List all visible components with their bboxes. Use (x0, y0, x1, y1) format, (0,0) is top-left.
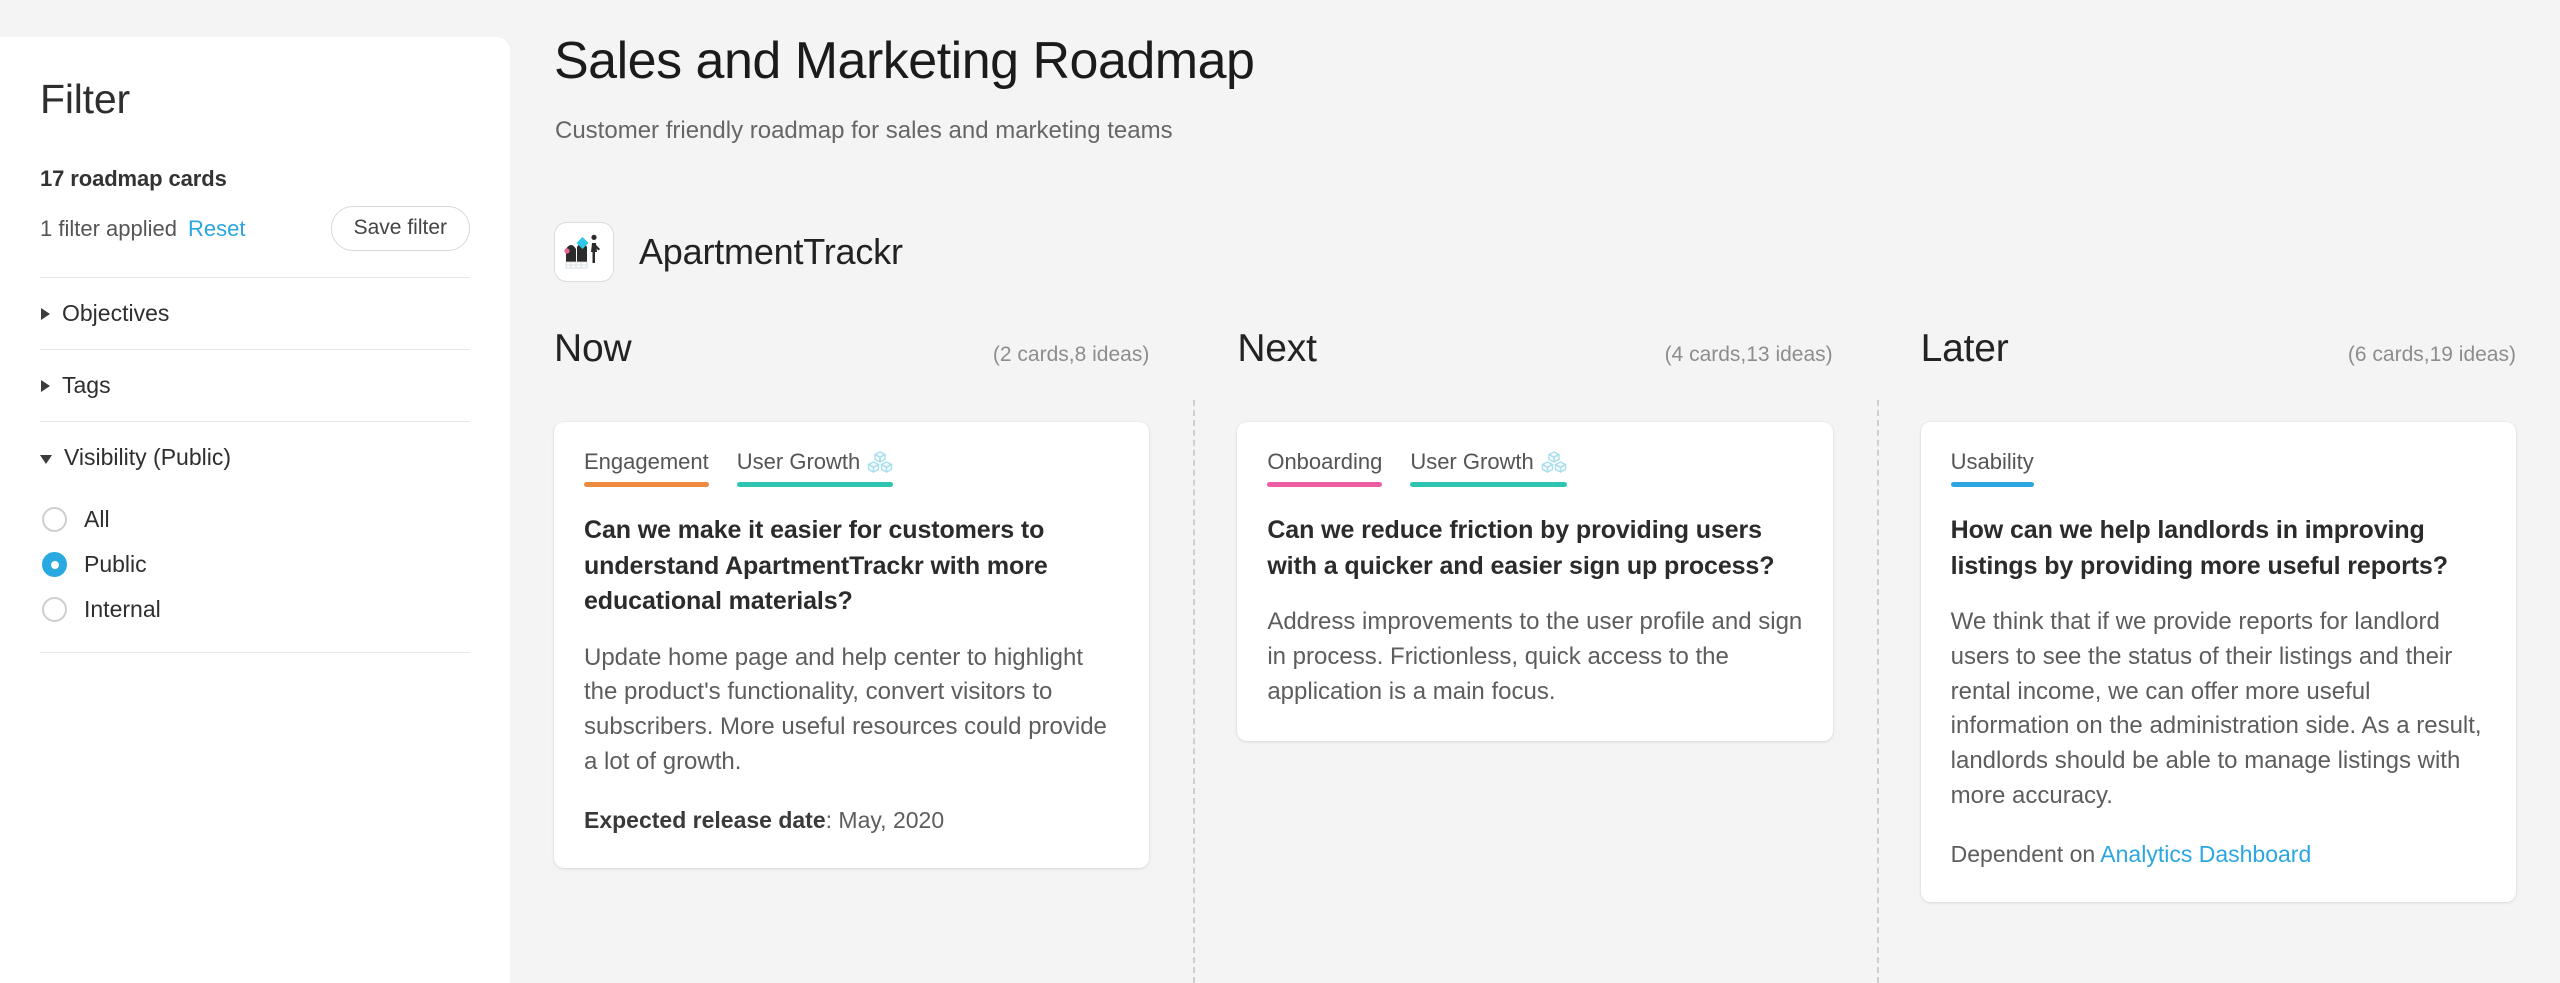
page-title: Sales and Marketing Roadmap (554, 32, 1255, 90)
filter-applied-row: 1 filter applied Reset Save filter (40, 206, 470, 252)
filter-section-tags[interactable]: Tags (40, 350, 470, 421)
filter-section-objectives[interactable]: Objectives (40, 278, 470, 349)
card-release-date-separator: : (825, 806, 839, 833)
visibility-option-all[interactable]: All (40, 497, 470, 542)
card-release-date-label: Expected release date (584, 806, 826, 833)
tag-underline (584, 482, 709, 487)
filter-panel-title: Filter (40, 76, 130, 122)
filter-section-label: Visibility (Public) (64, 444, 232, 471)
column-meta: (6 cards,19 ideas) (2347, 343, 2516, 366)
apartment-buildings-icon (554, 222, 614, 282)
roadmap-card[interactable]: Onboarding User Growth Can we reduce fri… (1237, 422, 1833, 742)
column-title: Now (554, 327, 632, 370)
chevron-right-icon (41, 307, 50, 320)
card-tag-usability[interactable]: Usability (1950, 449, 2034, 487)
roadmap-card-count: 17 roadmap cards (40, 166, 227, 192)
filter-section-label: Tags (62, 372, 111, 399)
column-header: Next (4 cards,13 ideas) (1215, 327, 1854, 400)
tag-line: User Growth (1410, 449, 1567, 475)
roadmap-page: Filter 17 roadmap cards 1 filter applied… (0, 0, 2560, 983)
tag-line: Engagement (584, 449, 709, 475)
tag-underline (736, 482, 894, 487)
card-description: Update home page and help center to high… (584, 643, 1107, 775)
visibility-option-public[interactable]: Public (40, 542, 470, 587)
save-filter-button[interactable]: Save filter (330, 206, 470, 252)
card-tag-row: Onboarding User Growth (1267, 449, 1802, 487)
card-tag-user-growth[interactable]: User Growth (736, 449, 894, 487)
objective-cubes-icon (1541, 451, 1567, 473)
roadmap-column-later: Later (6 cards,19 ideas) Usability How c… (1876, 327, 2560, 983)
card-description: We think that if we provide reports for … (1950, 608, 2482, 809)
card-tag-engagement[interactable]: Engagement (584, 449, 709, 487)
column-meta: (4 cards,13 ideas) (1664, 343, 1833, 366)
visibility-option-label: All (84, 506, 110, 533)
card-tag-row: Engagement User Growth (584, 449, 1119, 487)
card-release-date-value: May, 2020 (838, 806, 945, 833)
product-header: ApartmentTrackr (554, 222, 903, 282)
card-dependency-label: Dependent on (1950, 840, 2101, 867)
filter-section-visibility[interactable]: Visibility (Public) (40, 422, 470, 493)
tag-line: User Growth (737, 449, 893, 475)
visibility-option-label: Internal (84, 596, 161, 623)
column-meta: (2 cards,8 ideas) (992, 343, 1150, 366)
tag-label: User Growth (1410, 449, 1534, 474)
tag-underline (1950, 482, 2034, 487)
roadmap-card[interactable]: Usability How can we help landlords in i… (1920, 422, 2516, 902)
card-tag-user-growth[interactable]: User Growth (1410, 449, 1567, 487)
roadmap-column-now: Now (2 cards,8 ideas) Engagement User Gr… (510, 327, 1193, 983)
chevron-right-icon (41, 379, 50, 392)
objective-cubes-icon (867, 451, 893, 473)
roadmap-card[interactable]: Engagement User Growth Can we make it ea… (554, 422, 1150, 868)
column-title: Next (1237, 327, 1317, 370)
tag-label: User Growth (736, 449, 861, 474)
radio-icon[interactable] (42, 507, 67, 533)
tag-label: Onboarding (1267, 449, 1383, 474)
visibility-option-internal[interactable]: Internal (40, 587, 470, 632)
product-name: ApartmentTrackr (639, 231, 903, 272)
card-description: Address improvements to the user profile… (1267, 608, 1803, 705)
reset-filters-link[interactable]: Reset (188, 216, 245, 242)
roadmap-column-next: Next (4 cards,13 ideas) Onboarding User … (1193, 327, 1876, 983)
card-dependency: Dependent on Analytics Dashboard (1951, 838, 2486, 870)
page-subtitle: Customer friendly roadmap for sales and … (555, 117, 1173, 144)
column-body: Onboarding User Growth Can we reduce fri… (1215, 400, 1854, 742)
card-tag-row: Usability (1950, 449, 2486, 487)
roadmap-columns: Now (2 cards,8 ideas) Engagement User Gr… (510, 327, 2560, 983)
card-title: How can we help landlords in improving l… (1950, 516, 2448, 580)
card-release-date: Expected release date: May, 2020 (584, 804, 1119, 836)
card-title: Can we reduce friction by providing user… (1267, 516, 1775, 580)
column-title: Later (1920, 327, 2009, 370)
tag-underline (1267, 482, 1383, 487)
card-tag-onboarding[interactable]: Onboarding (1267, 449, 1383, 487)
tag-label: Engagement (584, 449, 709, 474)
roadmap-main: Sales and Marketing Roadmap Customer fri… (510, 0, 2560, 983)
column-body: Usability How can we help landlords in i… (1899, 400, 2538, 902)
column-header: Later (6 cards,19 ideas) (1899, 327, 2538, 400)
tag-line: Onboarding (1267, 449, 1382, 475)
filters-applied-text: 1 filter applied (40, 215, 177, 241)
chevron-down-icon (40, 454, 52, 464)
filter-divider (40, 652, 470, 654)
visibility-option-label: Public (84, 551, 147, 578)
column-header: Now (2 cards,8 ideas) (532, 327, 1171, 400)
tag-underline (1410, 482, 1567, 487)
radio-icon-selected[interactable] (42, 552, 67, 578)
card-title: Can we make it easier for customers to u… (584, 516, 1048, 615)
filter-panel: Filter 17 roadmap cards 1 filter applied… (0, 37, 510, 983)
radio-icon[interactable] (42, 597, 67, 623)
column-body: Engagement User Growth Can we make it ea… (532, 400, 1171, 868)
card-dependency-link[interactable]: Analytics Dashboard (2100, 841, 2311, 867)
tag-line: Usability (1951, 449, 2034, 475)
tag-label: Usability (1950, 449, 2034, 474)
filter-section-label: Objectives (62, 300, 170, 327)
filter-applied-left: 1 filter applied Reset (40, 216, 245, 242)
visibility-radio-group: All Public Internal (40, 493, 470, 652)
